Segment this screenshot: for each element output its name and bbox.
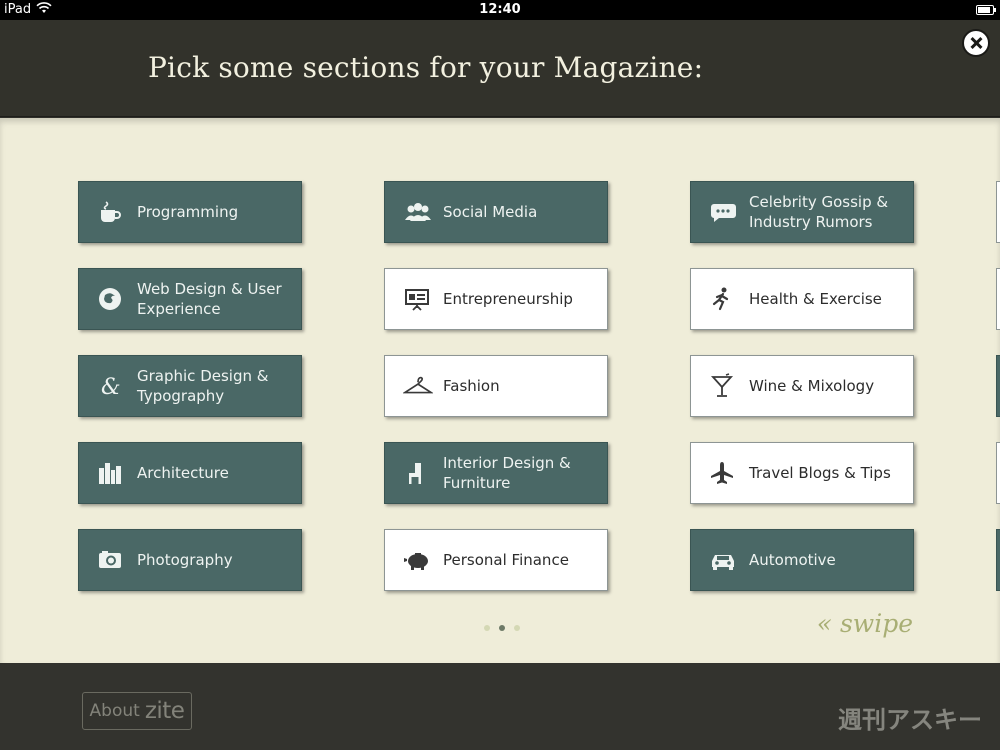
section-tile-photography[interactable]: Photography: [78, 529, 302, 591]
section-tile-wine-and-mixology[interactable]: Wine & Mixology: [690, 355, 914, 417]
page-dot[interactable]: [514, 625, 520, 631]
section-tile-label: Wine & Mixology: [749, 377, 875, 395]
camera-icon: [97, 547, 127, 573]
next-page-tile-peek[interactable]: [996, 355, 1000, 417]
publisher-watermark: 週刊アスキー: [838, 706, 982, 734]
about-label: About: [89, 701, 140, 721]
firefox-icon: [97, 286, 127, 312]
svg-text:&: &: [101, 375, 121, 399]
section-tile-label: Social Media: [443, 203, 538, 221]
next-page-tile-peek[interactable]: [996, 268, 1000, 330]
page-dot-active[interactable]: [499, 625, 505, 631]
section-tile-label: Fashion: [443, 377, 500, 395]
speech-bubble-icon: [709, 199, 739, 225]
page-dot[interactable]: [484, 625, 490, 631]
next-page-tile-peek[interactable]: [996, 181, 1000, 243]
section-tile-interior-design-and-furniture[interactable]: Interior Design & Furniture: [384, 442, 608, 504]
section-tile-label: Interior Design & Furniture: [443, 454, 571, 492]
section-tile-label: Health & Exercise: [749, 290, 882, 308]
section-tile-label: Architecture: [137, 464, 229, 482]
cocktail-glass-icon: [709, 373, 739, 399]
next-page-tile-peek[interactable]: [996, 529, 1000, 591]
section-tile-programming[interactable]: Programming: [78, 181, 302, 243]
section-tile-automotive[interactable]: Automotive: [690, 529, 914, 591]
section-tile-web-design-and-user-experience[interactable]: Web Design & User Experience: [78, 268, 302, 330]
about-zite-button[interactable]: About zite: [82, 692, 192, 730]
section-tile-personal-finance[interactable]: Personal Finance: [384, 529, 608, 591]
clock: 12:40: [479, 2, 521, 17]
header-bar: Pick some sections for your Magazine:: [0, 20, 1000, 117]
presentation-board-icon: [403, 286, 433, 312]
status-bar: iPad 12:40: [0, 0, 1000, 20]
section-tile-label: Personal Finance: [443, 551, 569, 569]
chair-icon: [403, 460, 433, 486]
ampersand-icon: &: [97, 373, 127, 399]
page-title: Pick some sections for your Magazine:: [148, 51, 704, 84]
next-page-tile-peek[interactable]: [996, 442, 1000, 504]
section-tile-celebrity-gossip-and-industry-rumors[interactable]: Celebrity Gossip & Industry Rumors: [690, 181, 914, 243]
coffee-cup-icon: [97, 199, 127, 225]
section-tile-travel-blogs-and-tips[interactable]: Travel Blogs & Tips: [690, 442, 914, 504]
section-tile-label: Travel Blogs & Tips: [749, 464, 891, 482]
section-tile-label: Programming: [137, 203, 239, 221]
section-tile-graphic-design-and-typography[interactable]: & Graphic Design & Typography: [78, 355, 302, 417]
piggy-bank-icon: [403, 547, 433, 573]
section-tile-entrepreneurship[interactable]: Entrepreneurship: [384, 268, 608, 330]
section-tile-social-media[interactable]: Social Media: [384, 181, 608, 243]
section-tile-architecture[interactable]: Architecture: [78, 442, 302, 504]
car-icon: [709, 547, 739, 573]
people-icon: [403, 199, 433, 225]
section-tile-label: Celebrity Gossip & Industry Rumors: [749, 193, 889, 231]
airplane-icon: [709, 460, 739, 486]
hanger-icon: [403, 373, 433, 399]
section-tile-label: Graphic Design & Typography: [137, 367, 269, 405]
close-button[interactable]: [962, 29, 990, 57]
section-tile-label: Photography: [137, 551, 233, 569]
section-tile-health-and-exercise[interactable]: Health & Exercise: [690, 268, 914, 330]
page-indicator[interactable]: [484, 625, 520, 631]
buildings-icon: [97, 460, 127, 486]
running-person-icon: [709, 286, 739, 312]
section-tile-label: Automotive: [749, 551, 836, 569]
section-tile-label: Web Design & User Experience: [137, 280, 282, 318]
section-tile-label: Entrepreneurship: [443, 290, 573, 308]
swipe-hint: « swipe: [816, 609, 913, 638]
section-tile-fashion[interactable]: Fashion: [384, 355, 608, 417]
battery-icon: [976, 5, 996, 15]
zite-logo: zite: [144, 698, 185, 724]
